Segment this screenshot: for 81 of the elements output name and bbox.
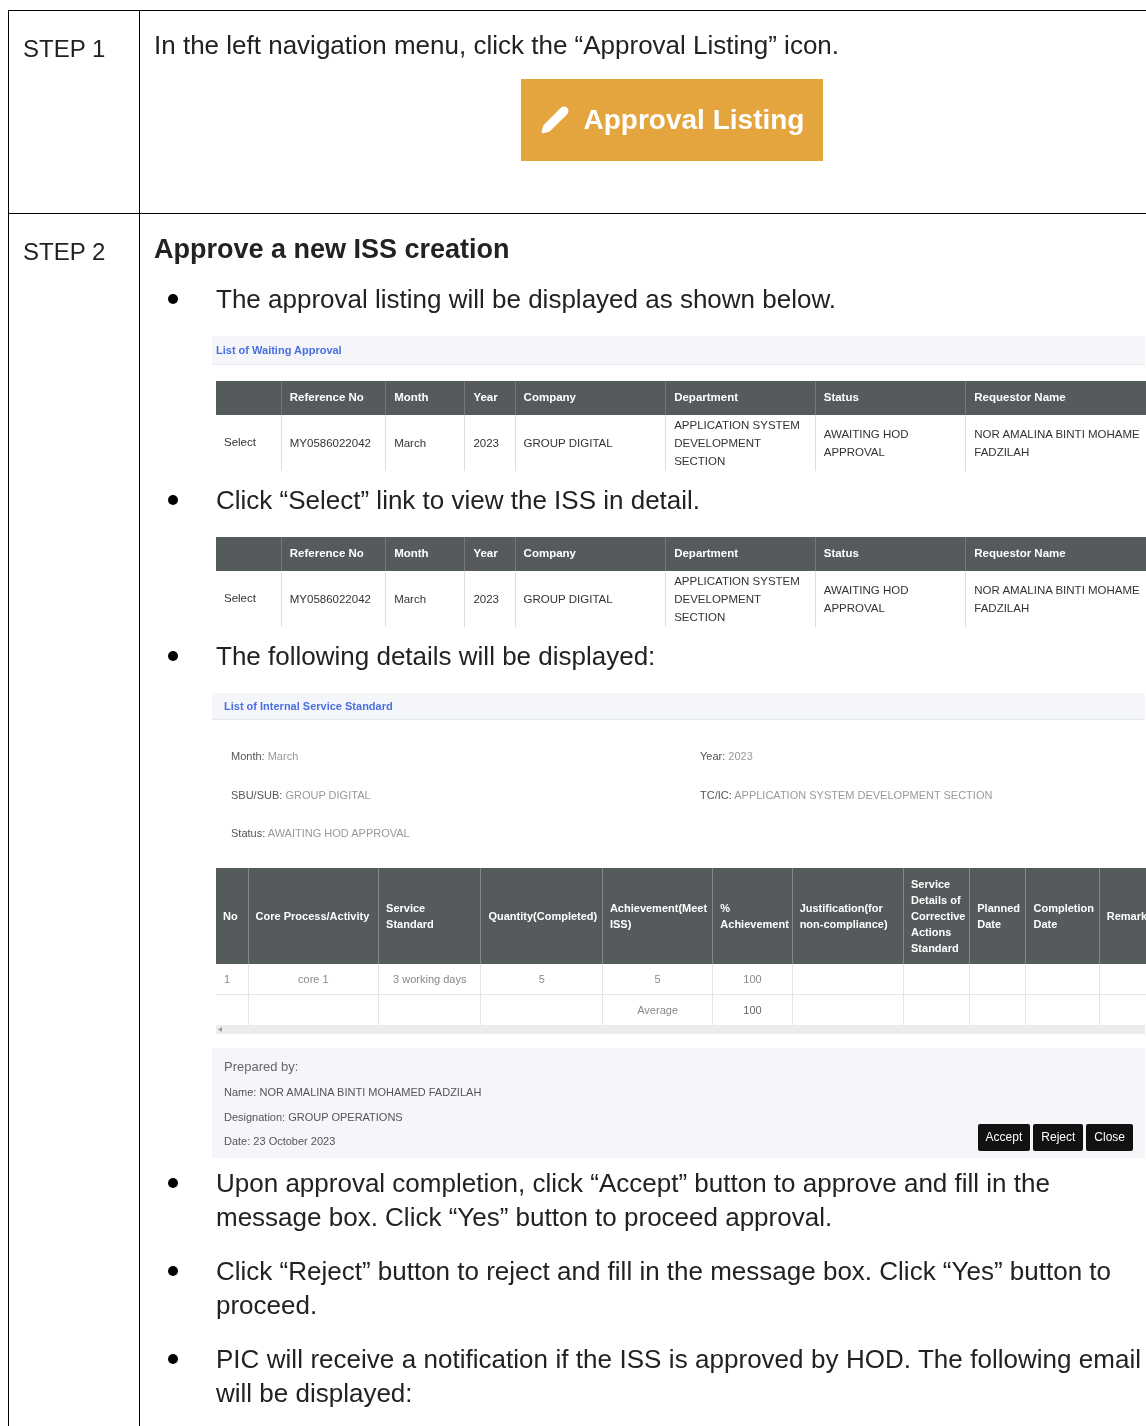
bullet-icon [168,1353,178,1364]
table-cell: core 1 [298,972,329,985]
bullet-icon [168,294,178,304]
info-field: Year: 2023 [700,748,1145,765]
info-field: TC/IC: APPLICATION SYSTEM DEVELOPMENT SECTION [700,786,1145,803]
instruction-text: In the left navigation menu, click the “Approval Listing” icon. [154,29,841,61]
table-cell: 2023 [464,415,516,471]
table-header-cell: Justification(for non-compliance) [792,867,904,964]
bullet-text: Upon approval completion, click “Accept” button to approve and fill in the message box. Click “Yes” button to proceed approval. [216,1166,1051,1234]
table-header-cell: Quantity(Completed) [480,867,603,964]
table-header-cell: Planned Date [969,867,1026,964]
table-header-cell: Requestor Name [965,537,1146,571]
scrollbar[interactable] [216,1024,1145,1034]
table-header-cell: Year [464,381,516,415]
table-cell: 1 [224,972,231,985]
pencil-icon [539,105,570,135]
prepared-by-label: Prepared by: [224,1057,300,1076]
bullet-icon [168,1265,178,1276]
table-header-cell: Reference No [281,537,386,571]
bullet-text: The approval listing will be displayed as shown below. [216,283,837,316]
bullet-icon [168,1177,178,1188]
step-label: STEP 2 [23,238,106,265]
table-cell: GROUP DIGITAL [515,571,666,627]
bullet-icon [168,495,178,505]
bullet-text: The following details will be displayed: [216,640,657,673]
table-cell: 2023 [464,571,516,627]
table-cell: MY0586022042 [281,415,386,471]
table-cell: NOR AMALINA BINTI MOHAME FADZILAH [965,415,1146,471]
panel-title: List of Internal Service Standard [224,698,393,714]
table-cell: Average [637,1003,678,1016]
table-header-cell: Company [515,381,666,415]
table-header-cell: Status [815,537,966,571]
table-header-cell: Service Details of Corrective Actions Standard [903,867,970,964]
action-button[interactable]: Accept [977,1123,1031,1151]
left-arrow-icon [218,1026,222,1032]
table-cell: GROUP DIGITAL [515,415,666,471]
table-header-cell: Achievement(Meet ISS) [602,867,713,964]
table-cell: March [385,571,465,627]
table-cell: 5 [538,972,545,985]
bullet-text: Click “Reject” button to reject and fill in the message box. Click “Yes” button to proceed. [216,1254,1112,1322]
table-cell: 100 [743,1003,762,1016]
action-button[interactable]: Close [1086,1123,1133,1151]
table-header-cell: No [216,867,249,964]
table-header-cell: Year [464,537,516,571]
info-field: Status: AWAITING HOD APPROVAL [231,825,700,842]
table-cell: MY0586022042 [281,571,386,627]
table-header-cell: % Achievement [712,867,793,964]
table-header-cell: Completion Date [1025,867,1100,964]
step-label: STEP 1 [23,35,106,62]
select-link[interactable]: Select [224,436,256,449]
prepared-info: Designation: GROUP OPERATIONS [224,1109,404,1125]
table-cell: NOR AMALINA BINTI MOHAME FADZILAH [965,571,1146,627]
table-header-cell: Department [665,381,816,415]
info-field: SBU/SUB: GROUP DIGITAL [231,786,700,803]
step-heading: Approve a new ISS creation [154,233,511,266]
table-cell: March [385,415,465,471]
table-header-cell: Service Standard [378,867,481,964]
panel-title: List of Waiting Approval [216,342,342,358]
table-header-cell: Company [515,537,666,571]
table-header-cell: Reference No [281,381,386,415]
table-header-cell: Status [815,381,966,415]
bullet-text: Click “Select” link to view the ISS in detail. [216,484,702,517]
table-header-cell: Month [385,381,465,415]
table-cell: 3 working days [393,972,467,985]
table-header-cell: Core Process/Activity [248,867,379,964]
table-header-cell: Requestor Name [965,381,1146,415]
prepared-info: Name: NOR AMALINA BINTI MOHAMED FADZILAH [224,1085,482,1100]
table-cell: 100 [743,972,762,985]
action-button[interactable]: Reject [1033,1123,1084,1151]
bullet-text: PIC will receive a notification if the ISS is approved by HOD. The following email will be displayed: [216,1342,1141,1410]
prepared-info: Date: 23 October 2023 [224,1134,337,1149]
bullet-icon [168,651,178,661]
info-field: Month: March [231,748,700,765]
table-cell: APPLICATION SYSTEM DEVELOPMENT SECTION [665,571,816,627]
select-link[interactable]: Select [224,592,256,605]
table-cell: APPLICATION SYSTEM DEVELOPMENT SECTION [665,415,816,471]
table-header-cell: Month [385,537,465,571]
table-cell: AWAITING HOD APPROVAL [815,415,966,471]
table-cell: AWAITING HOD APPROVAL [815,571,966,627]
table-header-cell: Department [665,537,816,571]
table-cell: 5 [654,972,661,985]
